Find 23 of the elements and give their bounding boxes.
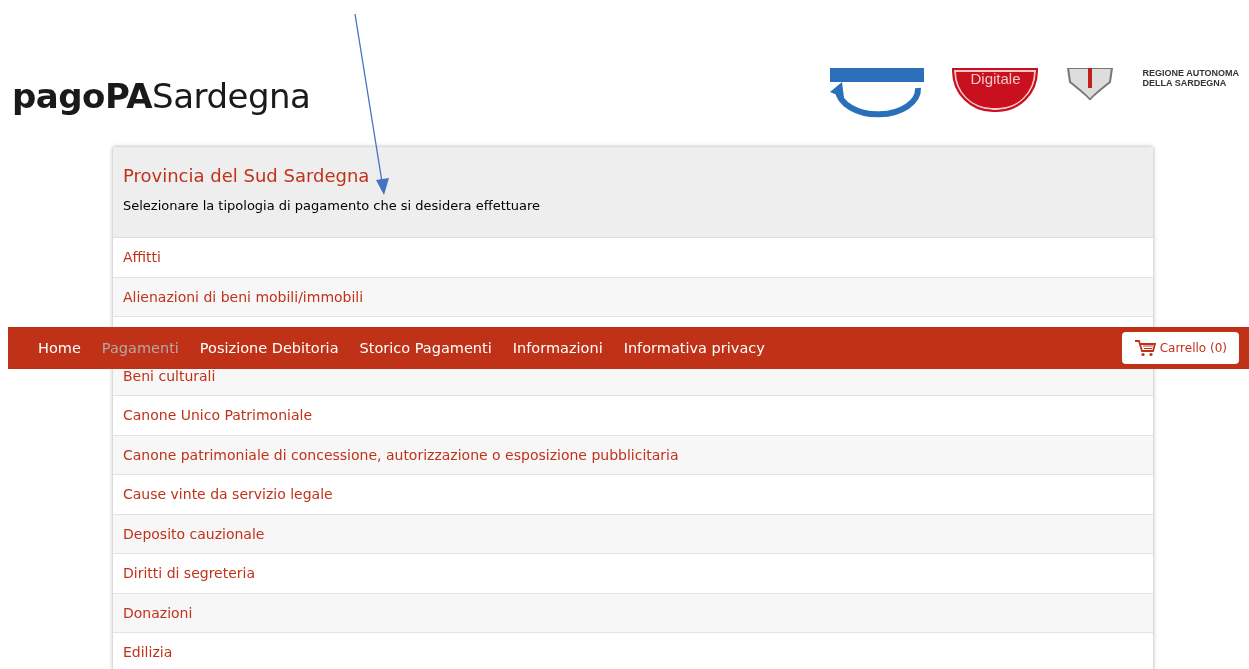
nav-link[interactable]: Informativa privacy: [623, 340, 765, 356]
circular-arrow-logo-icon: [828, 68, 927, 118]
payment-type-link[interactable]: Canone Unico Patrimoniale: [123, 408, 313, 423]
nav-link[interactable]: Informazioni: [512, 340, 603, 356]
panel-title: Provincia del Sud Sardegna: [123, 165, 371, 186]
cart-icon: [1133, 339, 1156, 357]
digitale-badge-logo: Digitale: [952, 68, 1039, 112]
payment-type-link[interactable]: Affitti: [123, 250, 161, 265]
cart-button[interactable]: Carrello (0): [1121, 332, 1239, 364]
region-name: DELLA SARDEGNA: [1142, 78, 1228, 88]
nav-link[interactable]: Storico Pagamenti: [359, 340, 492, 356]
payment-type-link[interactable]: Edilizia: [123, 645, 173, 660]
payment-type-link[interactable]: Cause vinte da servizio legale: [123, 487, 333, 502]
payment-type-link[interactable]: Beni culturali: [123, 368, 216, 383]
nav-link[interactable]: Home: [38, 340, 81, 356]
region-name: REGIONE AUTONOMA: [1142, 68, 1239, 78]
payment-type-link[interactable]: Donazioni: [123, 605, 193, 620]
payment-type-link[interactable]: Diritti di segreteria: [123, 566, 256, 581]
site-logo[interactable]: pagoPASardegna: [12, 76, 311, 116]
payment-type-link[interactable]: Deposito cauzionale: [123, 526, 265, 541]
panel-subtitle: Selezionare la tipologia di pagamento che si desidera effettuare: [123, 198, 542, 213]
nav-link[interactable]: Posizione Debitoria: [199, 340, 339, 356]
payment-type-link[interactable]: Alienazioni di beni mobili/immobili: [123, 289, 364, 304]
